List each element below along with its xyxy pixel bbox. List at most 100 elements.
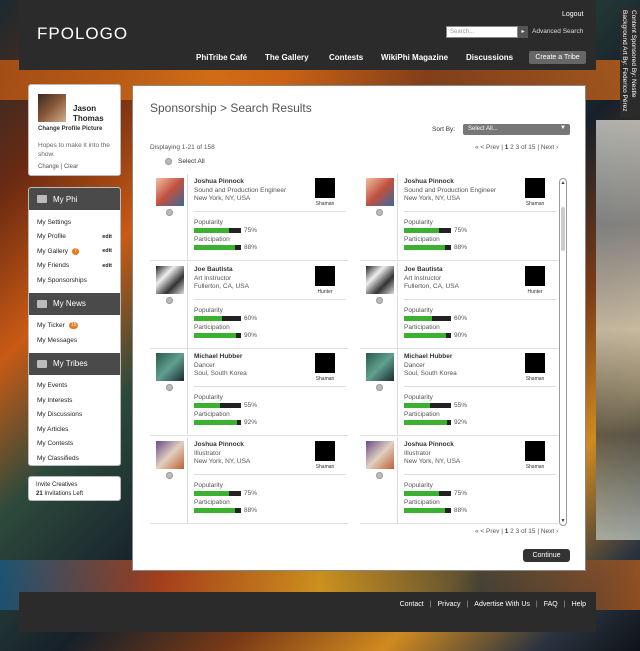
sidebar-item-my-gallery[interactable]: My Gallery 7 edit: [29, 244, 120, 259]
nav-wikiphi-magazine[interactable]: WikiPhi Magazine: [381, 53, 448, 62]
result-card[interactable]: Joshua Pinnock Sound and Production Engin…: [360, 174, 558, 261]
footer-faq-link[interactable]: FAQ: [544, 601, 558, 608]
result-name[interactable]: Joshua Pinnock: [194, 441, 244, 448]
avatar[interactable]: [38, 94, 66, 122]
search-input[interactable]: Search...: [446, 26, 518, 38]
result-card[interactable]: Joshua Pinnock Illustrator New York, NY, U…: [360, 436, 558, 524]
clear-status-link[interactable]: Clear: [64, 164, 78, 170]
sidebar-item-my-settings[interactable]: My Settings: [29, 215, 120, 230]
sidebar-item-my-ticker[interactable]: My Ticker 15: [29, 319, 120, 334]
page-1-link[interactable]: 1: [505, 144, 509, 151]
result-role: Dancer: [404, 362, 425, 369]
site-logo[interactable]: FPOLOGO: [37, 24, 128, 44]
result-name[interactable]: Joshua Pinnock: [404, 178, 454, 185]
select-all-radio[interactable]: [165, 158, 172, 165]
sidebar-item-my-messages[interactable]: My Messages: [29, 333, 120, 348]
page-3-link[interactable]: 3: [516, 528, 520, 535]
divider: [187, 174, 188, 261]
change-status-link[interactable]: Change: [38, 164, 59, 170]
my-news-header[interactable]: My News: [29, 292, 120, 315]
popularity-label: Popularity: [404, 219, 433, 226]
scroll-thumb[interactable]: [561, 207, 565, 251]
advanced-search-link[interactable]: Advanced Search: [532, 28, 583, 35]
sort-dropdown[interactable]: Select All... ▼: [463, 124, 570, 135]
edit-profile-link[interactable]: edit: [102, 234, 112, 240]
nav-contests[interactable]: Contests: [329, 53, 363, 62]
search-button[interactable]: ▸: [518, 26, 528, 38]
sidebar-item-my-interests[interactable]: My Interests: [29, 393, 120, 408]
create-tribe-button[interactable]: Create a Tribe: [529, 51, 586, 64]
result-rank: Shaman: [315, 201, 335, 207]
result-thumbnail[interactable]: [366, 265, 394, 294]
scroll-up-arrow-icon[interactable]: ▲: [560, 180, 566, 186]
result-thumbnail[interactable]: [156, 178, 184, 206]
result-name[interactable]: Joe Bautista: [194, 266, 233, 273]
my-tribes-header[interactable]: My Tribes: [29, 352, 120, 375]
logout-link[interactable]: Logout: [562, 11, 583, 18]
prev-page-link[interactable]: « < Prev: [475, 528, 499, 535]
result-name[interactable]: Joshua Pinnock: [404, 441, 454, 448]
result-thumbnail[interactable]: [156, 440, 184, 469]
result-select-radio[interactable]: [166, 384, 173, 391]
result-name[interactable]: Michael Hubber: [404, 353, 452, 360]
page-3-link[interactable]: 3: [516, 144, 520, 151]
footer-advertise-link[interactable]: Advertise With Us: [474, 601, 530, 608]
select-all-option[interactable]: Select All: [165, 158, 205, 165]
prev-page-link[interactable]: « < Prev: [475, 144, 499, 151]
edit-friends-link[interactable]: edit: [102, 263, 112, 269]
result-select-radio[interactable]: [166, 471, 173, 479]
result-card[interactable]: Joe Bautista Art Instructor Fullerton, CA,…: [360, 261, 558, 349]
participation-bar-fill: [404, 332, 447, 338]
my-phi-header[interactable]: My Phi: [29, 188, 120, 210]
nav-discussions[interactable]: Discussions: [466, 53, 513, 62]
result-select-radio[interactable]: [376, 209, 383, 216]
page-2-link[interactable]: 2: [510, 528, 514, 535]
result-thumbnail[interactable]: [156, 265, 184, 294]
sidebar-item-my-discussions[interactable]: My Discussions: [29, 408, 120, 423]
participation-bar: [194, 245, 241, 250]
page-1-link[interactable]: 1: [505, 528, 509, 535]
sidebar-item-label: My Contests: [37, 440, 74, 448]
sidebar-item-my-profile[interactable]: My Profile edit: [29, 230, 120, 245]
result-select-radio[interactable]: [376, 384, 383, 391]
scroll-down-arrow-icon[interactable]: ▼: [560, 518, 566, 524]
sidebar-item-my-classifieds[interactable]: My Classifieds: [29, 451, 120, 465]
result-name[interactable]: Joshua Pinnock: [194, 178, 244, 185]
result-thumbnail[interactable]: [366, 178, 394, 206]
results-scrollbar[interactable]: ▲ ▼: [559, 178, 567, 526]
footer-contact-link[interactable]: Contact: [400, 601, 424, 608]
invite-card[interactable]: Invite Creatives 21 Invitations Left: [28, 476, 121, 501]
nav-the-gallery[interactable]: The Gallery: [265, 53, 309, 62]
result-thumbnail[interactable]: [156, 353, 184, 381]
participation-bar-fill: [404, 245, 446, 250]
result-select-radio[interactable]: [376, 296, 383, 304]
result-select-radio[interactable]: [166, 296, 173, 304]
footer-help-link[interactable]: Help: [572, 601, 586, 608]
footer-privacy-link[interactable]: Privacy: [438, 601, 461, 608]
result-name[interactable]: Joe Bautista: [404, 266, 443, 273]
edit-gallery-link[interactable]: edit: [102, 248, 112, 254]
sidebar-item-my-sponsorships[interactable]: My Sponsorships: [29, 273, 120, 288]
result-card[interactable]: Joshua Pinnock Illustrator New York, NY, U…: [150, 436, 348, 524]
next-page-link[interactable]: Next ›: [541, 144, 558, 151]
result-card[interactable]: Joe Bautista Art Instructor Fullerton, CA,…: [150, 261, 348, 349]
result-thumbnail[interactable]: [366, 440, 394, 469]
result-card[interactable]: Joshua Pinnock Sound and Production Engin…: [150, 174, 348, 261]
next-page-link[interactable]: Next ›: [541, 528, 558, 535]
sidebar-item-my-friends[interactable]: My Friends edit: [29, 259, 120, 274]
nav-phitribe-cafe[interactable]: PhiTribe Café: [196, 53, 247, 62]
result-select-radio[interactable]: [166, 209, 173, 216]
sidebar-item-my-contests[interactable]: My Contests: [29, 437, 120, 452]
result-thumbnail[interactable]: [366, 353, 394, 381]
result-card[interactable]: Michael Hubber Dancer Soul, South Korea Sha…: [150, 349, 348, 436]
result-card[interactable]: Michael Hubber Dancer Soul, South Korea Sha…: [360, 349, 558, 436]
sidebar-item-my-events[interactable]: My Events: [29, 379, 120, 394]
sidebar-item-my-articles[interactable]: My Articles: [29, 422, 120, 437]
result-name[interactable]: Michael Hubber: [194, 353, 242, 360]
change-profile-picture-link[interactable]: Change Profile Picture: [38, 126, 102, 132]
rank-icon: [525, 353, 545, 373]
page-2-link[interactable]: 2: [510, 144, 514, 151]
rank-icon: [525, 440, 545, 461]
continue-button[interactable]: Continue: [523, 549, 570, 562]
result-select-radio[interactable]: [376, 471, 383, 479]
